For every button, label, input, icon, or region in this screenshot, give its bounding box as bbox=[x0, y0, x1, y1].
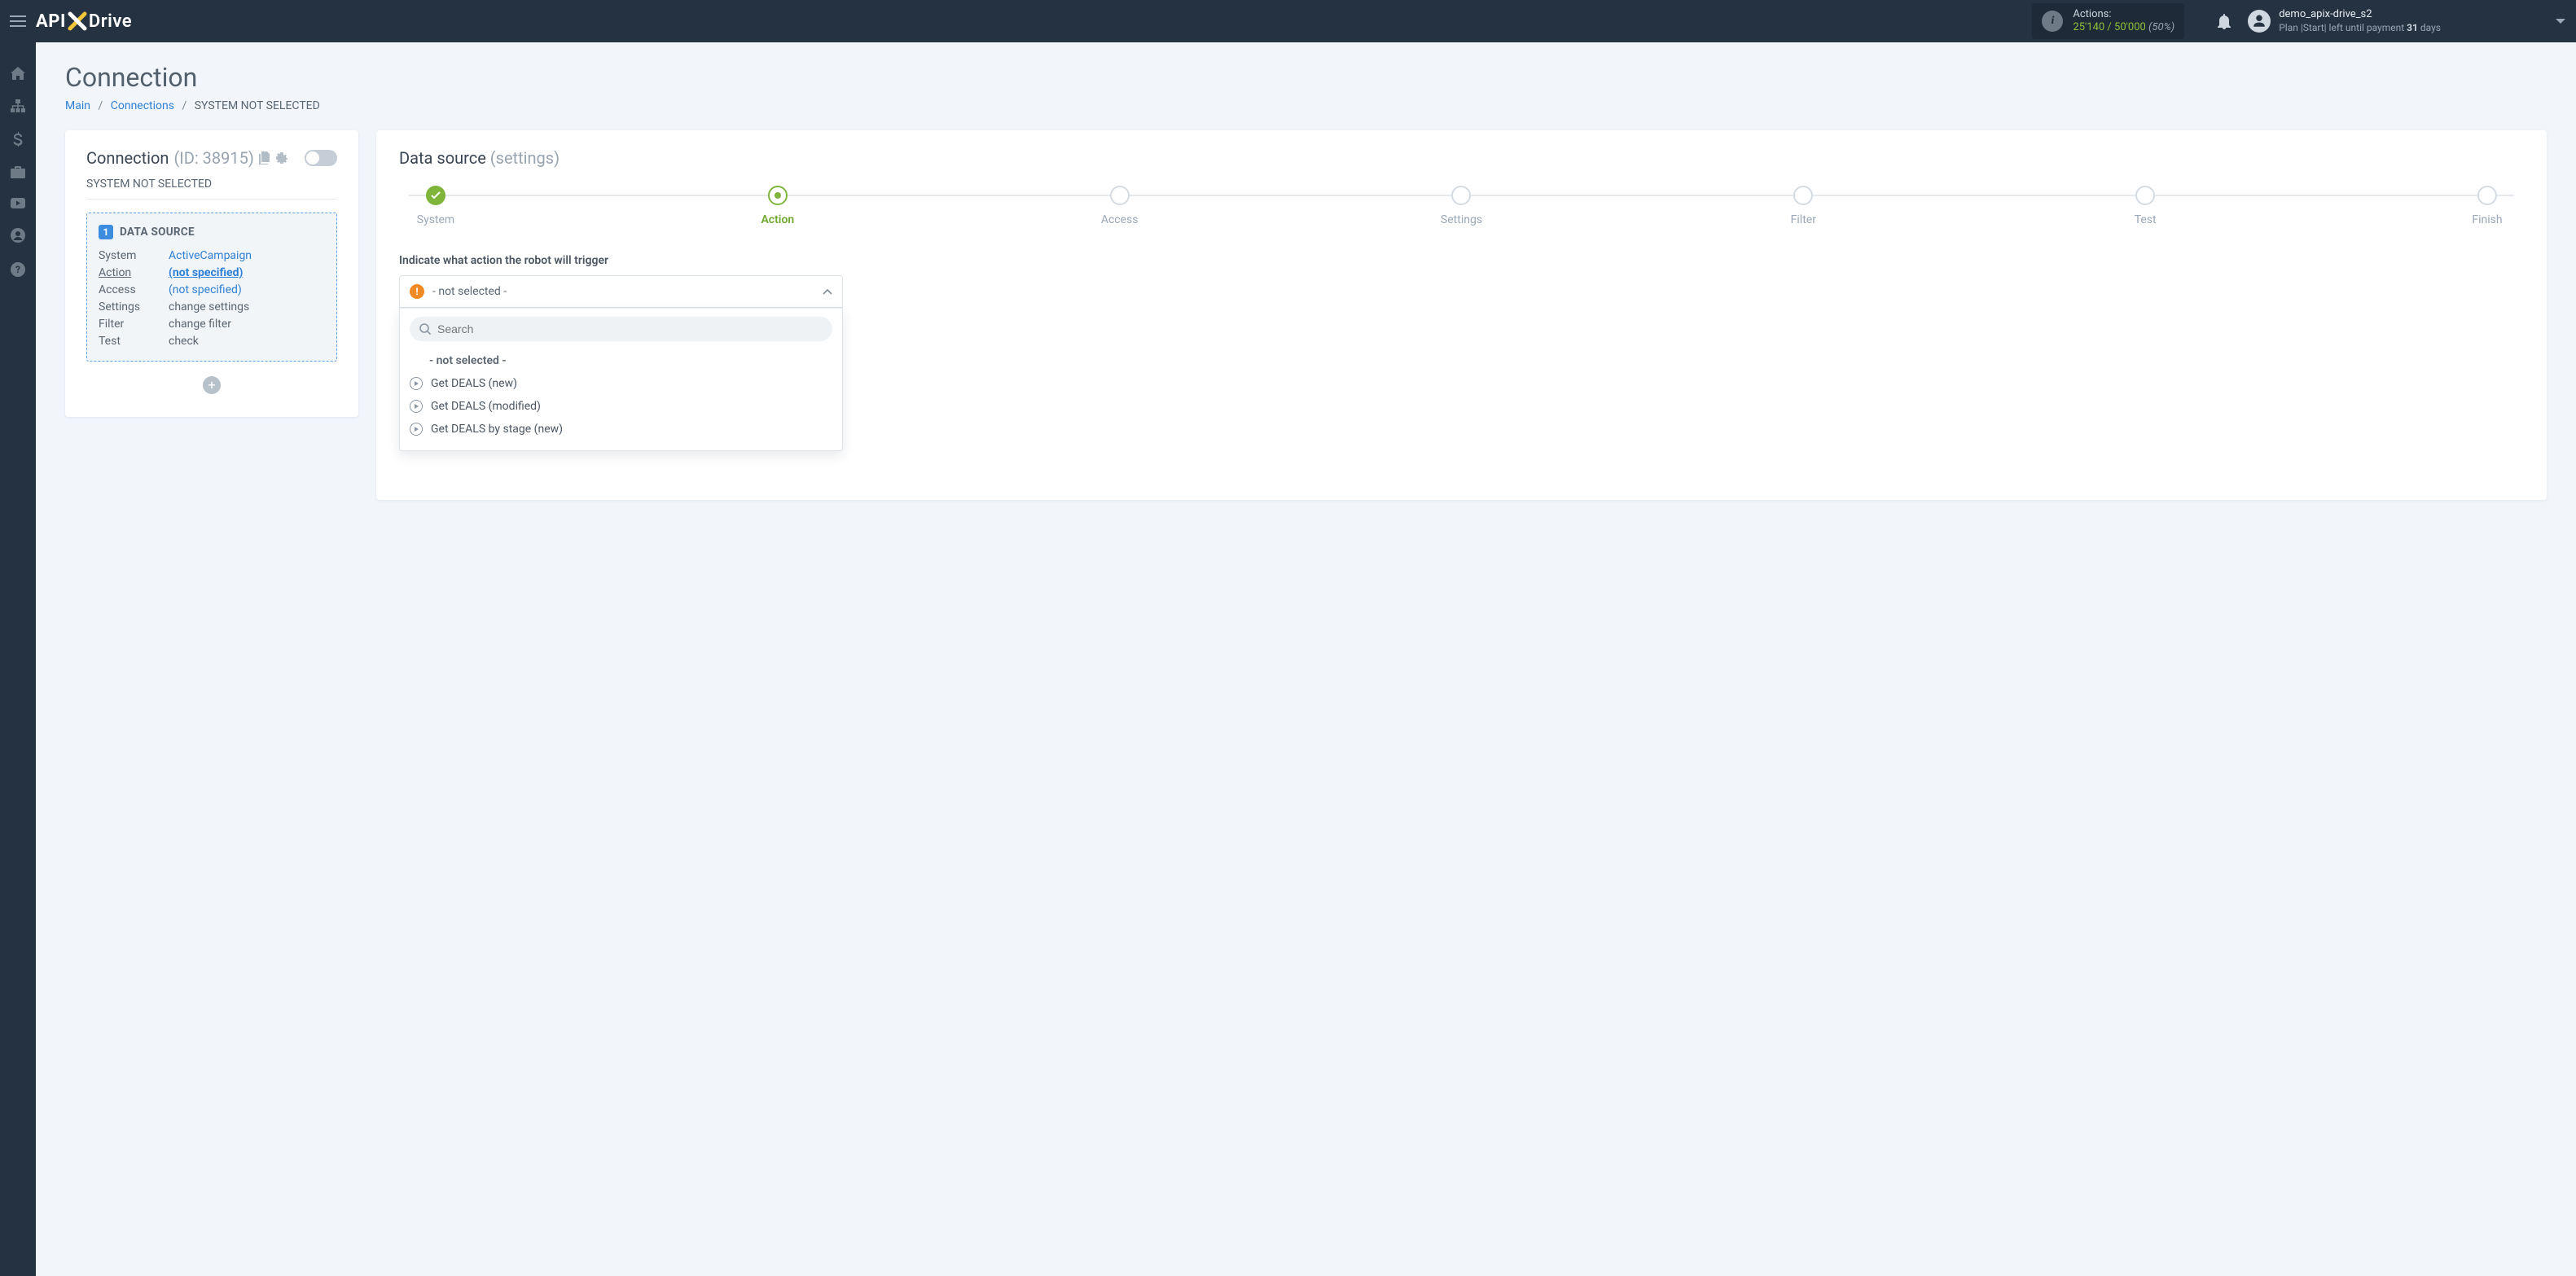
nav-video[interactable] bbox=[0, 198, 36, 208]
play-icon bbox=[410, 423, 423, 436]
page-title: Connection bbox=[65, 62, 2547, 93]
main: Connection Main / Connections / SYSTEM N… bbox=[36, 42, 2576, 1276]
nav-account[interactable] bbox=[0, 228, 36, 243]
play-icon bbox=[410, 377, 423, 390]
row-system-k: System bbox=[99, 249, 169, 262]
chevron-up-icon bbox=[823, 288, 832, 295]
avatar-icon bbox=[2248, 10, 2271, 33]
action-dropdown: - not selected - Get DEALS (new) Get DEA… bbox=[399, 308, 843, 451]
actions-sep: / bbox=[2104, 21, 2114, 33]
option-not-selected[interactable]: - not selected - bbox=[410, 349, 832, 372]
row-test-v[interactable]: check bbox=[169, 335, 325, 348]
action-options: - not selected - Get DEALS (new) Get DEA… bbox=[410, 349, 832, 441]
action-search[interactable] bbox=[410, 317, 832, 341]
menu-toggle[interactable] bbox=[0, 15, 36, 27]
nav-help[interactable]: ? bbox=[0, 262, 36, 277]
action-prompt: Indicate what action the robot will trig… bbox=[399, 254, 2524, 267]
step-badge: 1 bbox=[99, 225, 113, 239]
logo-x bbox=[67, 11, 88, 32]
row-access-v[interactable]: (not specified) bbox=[169, 283, 325, 296]
step-filter[interactable]: Filter bbox=[1766, 186, 1840, 226]
breadcrumb-connections[interactable]: Connections bbox=[111, 99, 174, 112]
option-deals-by-stage[interactable]: Get DEALS by stage (new) bbox=[410, 418, 832, 441]
data-source-panel: Data source (settings) System Action Acc… bbox=[376, 130, 2547, 500]
connection-id: (ID: 38915) bbox=[173, 148, 253, 168]
breadcrumb-main[interactable]: Main bbox=[65, 99, 90, 112]
dollar-icon bbox=[13, 132, 23, 147]
question-icon: ? bbox=[11, 262, 25, 277]
step-test[interactable]: Test bbox=[2109, 186, 2182, 226]
row-action-v[interactable]: (not specified) bbox=[169, 266, 325, 279]
logo[interactable]: API Drive bbox=[36, 11, 132, 32]
actions-label: Actions: bbox=[2073, 8, 2174, 21]
search-icon bbox=[419, 323, 431, 335]
connection-subheader: SYSTEM NOT SELECTED bbox=[86, 168, 337, 200]
info-icon: i bbox=[2042, 11, 2063, 32]
row-action-k: Action bbox=[99, 266, 169, 279]
row-settings-v[interactable]: change settings bbox=[169, 300, 325, 314]
row-access-k: Access bbox=[99, 283, 169, 296]
home-icon bbox=[11, 67, 25, 80]
action-select-value: - not selected - bbox=[432, 285, 814, 298]
connection-toggle[interactable] bbox=[305, 150, 337, 166]
user-plan: Plan |Start| left until payment 31 days bbox=[2279, 22, 2441, 34]
notifications-icon[interactable] bbox=[2217, 13, 2232, 29]
logo-api: API bbox=[36, 11, 66, 32]
step-system[interactable]: System bbox=[399, 186, 472, 226]
data-source-box-title: DATA SOURCE bbox=[120, 226, 195, 239]
actions-total: 50'000 bbox=[2114, 21, 2146, 33]
hamburger-icon bbox=[10, 15, 26, 27]
briefcase-icon bbox=[11, 166, 25, 178]
svg-text:?: ? bbox=[15, 264, 20, 275]
breadcrumb-current: SYSTEM NOT SELECTED bbox=[195, 99, 320, 112]
step-settings[interactable]: Settings bbox=[1424, 186, 1498, 226]
user-menu[interactable]: demo_apix-drive_s2 Plan |Start| left unt… bbox=[2248, 8, 2441, 33]
chevron-down-icon[interactable] bbox=[2555, 18, 2566, 24]
sidebar: ? bbox=[0, 42, 36, 1276]
user-name: demo_apix-drive_s2 bbox=[2279, 8, 2441, 21]
sitemap-icon bbox=[11, 99, 25, 112]
nav-billing[interactable] bbox=[0, 132, 36, 147]
nav-home[interactable] bbox=[0, 67, 36, 80]
step-action[interactable]: Action bbox=[741, 186, 814, 226]
topbar: API Drive i Actions: 25'140 / 50'000 (50… bbox=[0, 0, 2576, 42]
row-test-k: Test bbox=[99, 335, 169, 348]
option-deals-modified[interactable]: Get DEALS (modified) bbox=[410, 395, 832, 418]
user-circle-icon bbox=[11, 228, 25, 243]
gear-icon[interactable] bbox=[275, 151, 288, 164]
play-icon bbox=[410, 400, 423, 413]
actions-used: 25'140 bbox=[2073, 21, 2104, 33]
step-finish[interactable]: Finish bbox=[2451, 186, 2524, 226]
step-access[interactable]: Access bbox=[1083, 186, 1156, 226]
nav-toolbox[interactable] bbox=[0, 166, 36, 178]
row-system-v[interactable]: ActiveCampaign bbox=[169, 249, 325, 262]
section-title: Data source (settings) bbox=[399, 148, 2524, 168]
action-search-input[interactable] bbox=[437, 322, 823, 335]
stepper: System Action Access Settings Filter Tes… bbox=[399, 186, 2524, 226]
connection-card: Connection (ID: 38915) SYSTEM NOT SELECT… bbox=[65, 130, 358, 417]
action-select: ! - not selected - - not selected - Get … bbox=[399, 275, 843, 451]
actions-counter[interactable]: i Actions: 25'140 / 50'000 (50%) bbox=[2032, 3, 2184, 38]
row-filter-k: Filter bbox=[99, 318, 169, 331]
youtube-icon bbox=[11, 198, 25, 208]
nav-connections[interactable] bbox=[0, 99, 36, 112]
option-deals-new[interactable]: Get DEALS (new) bbox=[410, 372, 832, 395]
row-filter-v[interactable]: change filter bbox=[169, 318, 325, 331]
data-source-box[interactable]: 1 DATA SOURCE System ActiveCampaign Acti… bbox=[86, 213, 337, 362]
warning-icon: ! bbox=[410, 284, 424, 299]
logo-drive: Drive bbox=[89, 11, 132, 32]
breadcrumb: Main / Connections / SYSTEM NOT SELECTED bbox=[65, 99, 2547, 112]
actions-pct: (50%) bbox=[2148, 21, 2174, 33]
action-select-head[interactable]: ! - not selected - bbox=[399, 275, 843, 308]
connection-title: Connection (ID: 38915) bbox=[86, 148, 288, 168]
row-settings-k: Settings bbox=[99, 300, 169, 314]
copy-icon[interactable] bbox=[259, 151, 270, 164]
add-step-button[interactable]: + bbox=[203, 376, 221, 394]
